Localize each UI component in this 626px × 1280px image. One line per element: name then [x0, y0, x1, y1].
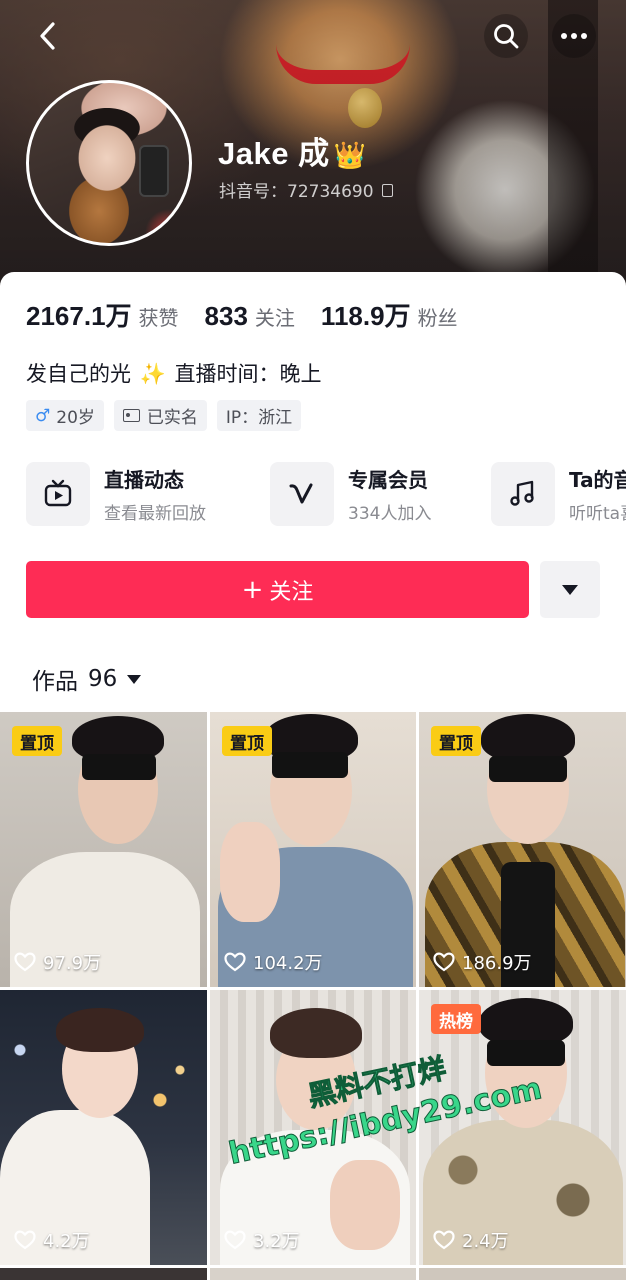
pinned-badge: 置顶 [431, 726, 481, 756]
video-tile[interactable]: 置顶 186.9万 [419, 712, 626, 987]
recommend-dropdown-button[interactable] [540, 561, 600, 618]
tag-ip: IP：浙江 [216, 400, 302, 431]
chevron-left-icon [40, 22, 55, 50]
video-likes: 4.2万 [14, 1227, 90, 1253]
stat-following[interactable]: 833 关注 [205, 301, 295, 332]
sparkles-icon: ✨ [139, 362, 166, 386]
member-v-icon [289, 483, 313, 504]
pinned-badge: 置顶 [12, 726, 62, 756]
video-likes: 104.2万 [224, 949, 323, 975]
heart-icon [433, 1230, 455, 1250]
heart-icon [433, 952, 455, 972]
follow-button[interactable]: + 关注 [26, 561, 529, 618]
profile-nickname: Jake 成 👑 [218, 136, 367, 171]
video-grid: 置顶 97.9万 置顶 104.2万 置顶 186.9万 4.2万 3.2万 热… [0, 712, 626, 1280]
feature-row: 直播动态 查看最新回放 专属会员 334人加入 Ta的音 听听ta [26, 462, 626, 532]
feature-live[interactable]: 直播动态 查看最新回放 [26, 462, 206, 526]
feature-music[interactable]: Ta的音乐 听听ta喜欢的 [491, 462, 626, 526]
id-card-icon [122, 409, 140, 422]
profile-stats: 2167.1万 获赞 833 关注 118.9万 粉丝 [26, 296, 484, 333]
video-likes: 2.4万 [433, 1227, 509, 1253]
heart-icon [224, 1230, 246, 1250]
video-tile[interactable] [210, 1268, 416, 1280]
search-button[interactable] [484, 14, 528, 58]
caret-down-icon [562, 584, 578, 595]
profile-bio: 发自己的光 ✨ 直播时间：晚上 [26, 362, 322, 386]
caret-down-icon [127, 674, 142, 684]
plus-icon: + [241, 574, 264, 605]
video-likes: 186.9万 [433, 949, 532, 975]
feature-member[interactable]: 专属会员 334人加入 [270, 462, 431, 526]
music-note-icon [510, 480, 534, 506]
video-tile[interactable]: 置顶 104.2万 [210, 712, 416, 987]
profile-tags: ♂ 20岁 已实名 IP：浙江 [26, 400, 302, 431]
heart-icon [14, 952, 36, 972]
video-likes: 3.2万 [224, 1227, 300, 1253]
copy-icon[interactable] [381, 183, 393, 197]
tab-works[interactable]: 作品 96 [32, 662, 142, 696]
stat-likes[interactable]: 2167.1万 获赞 [26, 296, 179, 333]
back-button[interactable] [26, 14, 70, 58]
live-tv-icon [44, 479, 72, 507]
video-tile[interactable]: 热榜 2.4万 [419, 990, 626, 1265]
video-tile[interactable]: 4.2万 [0, 990, 207, 1265]
pinned-badge: 置顶 [222, 726, 272, 756]
trending-badge: 热榜 [431, 1004, 481, 1034]
video-tile[interactable] [419, 1268, 626, 1280]
profile-page: Jake 成 👑 抖音号：72734690 2167.1万 获赞 833 关注 1… [0, 0, 626, 1280]
search-icon [494, 24, 519, 49]
heart-icon [14, 1230, 36, 1250]
male-icon: ♂ [35, 405, 51, 426]
tag-verified: 已实名 [113, 400, 207, 431]
stat-followers[interactable]: 118.9万 粉丝 [321, 296, 458, 333]
video-tile[interactable] [0, 1268, 207, 1280]
more-button[interactable] [552, 14, 596, 58]
video-likes: 97.9万 [14, 949, 101, 975]
douyin-id[interactable]: 抖音号：72734690 [219, 177, 393, 202]
crown-icon: 👑 [333, 140, 367, 170]
video-tile[interactable]: 置顶 97.9万 [0, 712, 207, 987]
video-tile[interactable]: 3.2万 [210, 990, 416, 1265]
more-dots-icon [561, 33, 587, 39]
tag-age: ♂ 20岁 [26, 400, 104, 431]
avatar[interactable] [26, 80, 192, 246]
heart-icon [224, 952, 246, 972]
